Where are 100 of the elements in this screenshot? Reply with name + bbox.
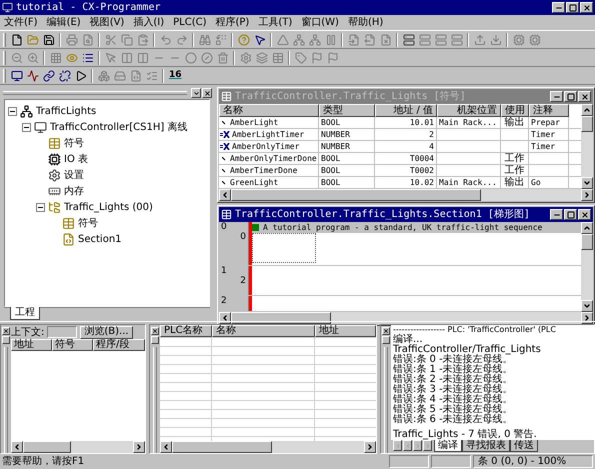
maximize-button[interactable] — [564, 209, 577, 220]
replace-icon[interactable] — [213, 32, 228, 47]
triangle-icon[interactable] — [275, 32, 290, 47]
network-icon[interactable] — [291, 32, 306, 47]
column-header[interactable]: 地址 / 值 — [375, 104, 437, 117]
save-icon[interactable] — [41, 32, 56, 47]
horizontal-scrollbar[interactable] — [219, 312, 593, 324]
bin-icon[interactable] — [215, 50, 230, 65]
menu-item[interactable]: 编辑(E) — [46, 15, 81, 30]
menu-item[interactable]: 程序(P) — [215, 15, 250, 30]
scroll-thumb[interactable] — [231, 312, 331, 324]
tab-scroll-button[interactable] — [393, 440, 402, 451]
tag-icon[interactable] — [293, 50, 308, 65]
menu-item[interactable]: 窗口(W) — [301, 15, 339, 30]
tab[interactable]: 寻找报表 — [462, 440, 510, 452]
close-button[interactable] — [578, 209, 591, 220]
scroll-thumb[interactable] — [172, 441, 272, 453]
tree-item[interactable]: Traffic_Lights (00) — [64, 200, 153, 214]
cut-icon[interactable] — [103, 32, 118, 47]
close-icon — [383, 328, 389, 334]
table-cell: 工作 — [504, 153, 524, 164]
collapse-toggle[interactable] — [8, 106, 17, 116]
collapse-toggle[interactable] — [36, 202, 45, 212]
minimize-button[interactable] — [552, 2, 565, 13]
browse-button[interactable]: 浏览(B)... — [80, 326, 133, 338]
link-icon[interactable] — [41, 68, 56, 83]
column-header[interactable]: 程序/段 — [93, 339, 145, 351]
column-header[interactable]: 名称 — [212, 325, 315, 337]
chart-icon[interactable] — [25, 68, 40, 83]
close-button[interactable] — [202, 88, 212, 98]
tab[interactable]: 工程 — [10, 307, 40, 320]
coil-icon[interactable] — [183, 50, 198, 65]
column-header[interactable]: 注释 — [529, 104, 569, 117]
close-button[interactable] — [151, 327, 159, 335]
tree-item[interactable]: 符号 — [64, 136, 84, 150]
menu-item[interactable]: 文件(F) — [4, 15, 38, 30]
minimize-button[interactable] — [550, 91, 563, 102]
file-input-icon[interactable] — [346, 32, 361, 47]
tab-scroll-button[interactable] — [413, 440, 422, 451]
menu-item[interactable]: 视图(V) — [90, 15, 124, 30]
unlink-icon[interactable] — [57, 68, 72, 83]
column-header[interactable]: 地址 — [315, 325, 376, 337]
table-cell: 10.02 — [410, 177, 434, 188]
tree-item[interactable]: 内存 — [64, 184, 84, 198]
close-button[interactable] — [2, 327, 10, 335]
restore-button[interactable] — [151, 336, 159, 344]
table-cell: 工作 — [504, 165, 524, 176]
download-icon[interactable] — [488, 32, 503, 47]
minimize-button[interactable] — [550, 209, 563, 220]
column-header[interactable]: 机架位置 — [437, 104, 501, 117]
scroll-thumb[interactable] — [581, 116, 593, 132]
column-header[interactable]: PLC名称 — [160, 325, 212, 337]
scroll-thumb[interactable] — [23, 441, 71, 453]
rack-icon[interactable] — [401, 32, 416, 47]
tree-item[interactable]: IO 表 — [64, 152, 88, 166]
horizontal-scrollbar[interactable] — [11, 441, 145, 453]
maximize-button[interactable] — [566, 2, 579, 13]
copy-icon[interactable] — [119, 32, 134, 47]
column-header[interactable]: 地址 — [11, 339, 52, 351]
tab-scroll-button[interactable] — [403, 440, 412, 451]
close-icon — [580, 210, 588, 218]
vertical-scrollbar[interactable] — [581, 222, 593, 312]
collapse-toggle[interactable] — [22, 122, 31, 132]
tab[interactable]: 编译 — [434, 440, 462, 452]
network-icon[interactable] — [307, 32, 322, 47]
close-button[interactable] — [578, 91, 591, 102]
vertical-scrollbar[interactable] — [581, 104, 593, 189]
context-field[interactable] — [47, 326, 78, 338]
tab[interactable]: 传送 — [510, 440, 538, 452]
word-display-button[interactable]: 16 — [167, 68, 184, 83]
pointer-icon[interactable] — [103, 50, 118, 65]
close-button[interactable] — [382, 327, 390, 335]
column-header[interactable]: 类型 — [319, 104, 375, 117]
upload-icon[interactable] — [472, 32, 487, 47]
menu-item[interactable]: 帮助(H) — [348, 15, 384, 30]
scroll-thumb[interactable] — [581, 234, 593, 250]
tree-item[interactable]: TrafficController[CS1H] 离线 — [50, 120, 188, 134]
tree-item[interactable]: 设置 — [64, 168, 84, 182]
window-icon[interactable] — [9, 68, 24, 83]
restore-button[interactable] — [2, 336, 10, 344]
tree-item[interactable]: 符号 — [78, 216, 98, 230]
tree-item[interactable]: TrafficLights — [36, 104, 96, 118]
column-header[interactable]: 使用 — [501, 104, 529, 117]
horizontal-scrollbar[interactable] — [219, 189, 593, 201]
tree-item[interactable]: Section1 — [78, 232, 122, 246]
binoculars-icon[interactable] — [197, 32, 212, 47]
horizontal-scrollbar[interactable] — [160, 441, 376, 453]
scroll-thumb[interactable] — [231, 189, 481, 201]
menu-item[interactable]: 插入(I) — [133, 15, 164, 30]
file-output-icon[interactable] — [362, 32, 377, 47]
column-header[interactable]: 名称 — [219, 104, 319, 117]
slashed-coil-icon[interactable] — [199, 50, 214, 65]
menu-item[interactable]: 工具(T) — [258, 15, 292, 30]
column-header[interactable]: 符号 — [52, 339, 93, 351]
tab-scroll-button[interactable] — [423, 440, 432, 451]
close-button[interactable] — [580, 2, 593, 13]
dropdown-button[interactable] — [191, 88, 201, 98]
restore-button[interactable] — [382, 336, 390, 344]
maximize-button[interactable] — [564, 91, 577, 102]
menu-item[interactable]: PLC(C) — [173, 15, 206, 30]
